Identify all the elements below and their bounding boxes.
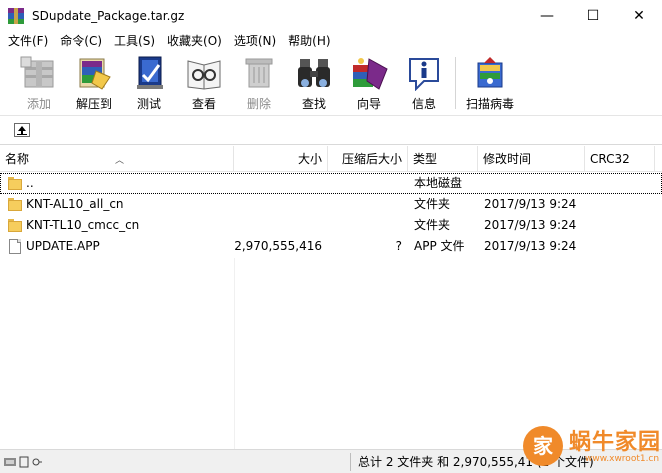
- menu-options[interactable]: 选项(N): [228, 31, 282, 51]
- extract-button[interactable]: 解压到: [66, 55, 122, 112]
- menu-help[interactable]: 帮助(H): [282, 31, 336, 51]
- item-name: ..: [26, 176, 34, 190]
- wizard-icon: [349, 55, 389, 91]
- item-name: UPDATE.APP: [26, 239, 100, 253]
- winrar-app-icon[interactable]: [8, 7, 24, 24]
- scan-virus-label: 扫描病毒: [465, 97, 514, 111]
- menu-tools[interactable]: 工具(S): [108, 31, 161, 51]
- menu-commands[interactable]: 命令(C): [54, 31, 108, 51]
- item-name: KNT-AL10_all_cn: [26, 197, 124, 211]
- column-size[interactable]: 大小: [234, 146, 328, 172]
- virus-scan-icon: [470, 55, 510, 91]
- list-header: 名称 ︿ 大小 压缩后大小 类型 修改时间 CRC32: [0, 146, 662, 172]
- menu-file[interactable]: 文件(F): [2, 31, 54, 51]
- list-item-parent[interactable]: .. 本地磁盘: [0, 173, 662, 194]
- info-button[interactable]: 信息: [396, 55, 452, 112]
- column-name[interactable]: 名称 ︿: [0, 146, 234, 172]
- column-crc32[interactable]: CRC32: [585, 146, 655, 172]
- item-type: 本地磁盘: [414, 176, 463, 190]
- menu-bar: 文件(F) 命令(C) 工具(S) 收藏夹(O) 选项(N) 帮助(H): [0, 31, 662, 51]
- toolbar: 添加 解压到 测试 查看 删除 查找 向导 信息 扫描病毒: [0, 51, 662, 116]
- maximize-button[interactable]: ☐: [570, 0, 616, 31]
- item-size: 2,970,555,416: [234, 239, 322, 253]
- file-list: 名称 ︿ 大小 压缩后大小 类型 修改时间 CRC32 .. 本地磁盘 KNT-…: [0, 146, 662, 449]
- folder-icon: [8, 176, 22, 191]
- title-bar: SDupdate_Package.tar.gz — ☐ ✕: [0, 0, 662, 31]
- extract-label: 解压到: [75, 97, 112, 111]
- item-name: KNT-TL10_cmcc_cn: [26, 218, 140, 232]
- minimize-button[interactable]: —: [524, 0, 570, 31]
- scan-virus-button[interactable]: 扫描病毒: [461, 55, 519, 112]
- window-title: SDupdate_Package.tar.gz: [32, 8, 185, 23]
- test-button[interactable]: 测试: [121, 55, 177, 112]
- watermark-brand: 蜗牛家园: [569, 430, 662, 455]
- up-folder-icon[interactable]: [14, 123, 30, 137]
- wizard-button[interactable]: 向导: [341, 55, 397, 112]
- add-button[interactable]: 添加: [11, 55, 67, 112]
- column-packed-size[interactable]: 压缩后大小: [328, 146, 408, 172]
- status-summary-text: 总计 2 文件夹 和 2,970,555,41: [358, 455, 534, 469]
- column-divider: [234, 258, 235, 449]
- delete-button[interactable]: 删除: [231, 55, 287, 112]
- archive-status-icons: [4, 456, 42, 468]
- list-item[interactable]: KNT-AL10_all_cn 文件夹 2017/9/13 9:24: [0, 194, 662, 215]
- item-type: APP 文件: [414, 239, 465, 253]
- list-item[interactable]: UPDATE.APP 2,970,555,416 ? APP 文件 2017/9…: [0, 236, 662, 257]
- view-icon: [184, 55, 224, 91]
- column-type[interactable]: 类型: [408, 146, 478, 172]
- watermark-url: www.xwroot1.cn: [585, 454, 660, 464]
- item-modified: 2017/9/13 9:24: [484, 239, 577, 253]
- find-label: 查找: [301, 97, 326, 111]
- wizard-label: 向导: [356, 97, 381, 111]
- column-name-label: 名称: [5, 152, 30, 166]
- item-type: 文件夹: [414, 218, 451, 232]
- delete-icon: [239, 55, 279, 91]
- info-icon: [404, 55, 444, 92]
- binoculars-icon: [294, 55, 334, 91]
- path-bar: [0, 116, 662, 145]
- watermark-snail-icon: 家: [523, 426, 563, 466]
- item-modified: 2017/9/13 9:24: [484, 197, 577, 211]
- folder-icon: [8, 197, 22, 212]
- toolbar-separator: [455, 57, 456, 109]
- view-label: 查看: [191, 97, 216, 111]
- item-packed-size: ?: [395, 239, 402, 253]
- find-button[interactable]: 查找: [286, 55, 342, 112]
- watermark-logo: 家 蜗牛家园 www.xwroot1.cn: [511, 424, 662, 470]
- item-type: 文件夹: [414, 197, 451, 211]
- add-label: 添加: [26, 97, 51, 111]
- info-label: 信息: [411, 97, 436, 111]
- delete-label: 删除: [246, 97, 271, 111]
- test-label: 测试: [136, 97, 161, 111]
- column-modified[interactable]: 修改时间: [478, 146, 585, 172]
- item-modified: 2017/9/13 9:24: [484, 218, 577, 232]
- list-item[interactable]: KNT-TL10_cmcc_cn 文件夹 2017/9/13 9:24: [0, 215, 662, 236]
- status-separator: [350, 453, 351, 471]
- sort-ascending-icon: ︿: [115, 156, 125, 166]
- extract-icon: [74, 55, 114, 91]
- close-button[interactable]: ✕: [616, 0, 662, 31]
- menu-favorites[interactable]: 收藏夹(O): [161, 31, 228, 51]
- add-icon: [19, 55, 59, 91]
- folder-icon: [8, 218, 22, 233]
- file-icon: [9, 239, 21, 254]
- test-icon: [129, 55, 169, 91]
- view-button[interactable]: 查看: [176, 55, 232, 112]
